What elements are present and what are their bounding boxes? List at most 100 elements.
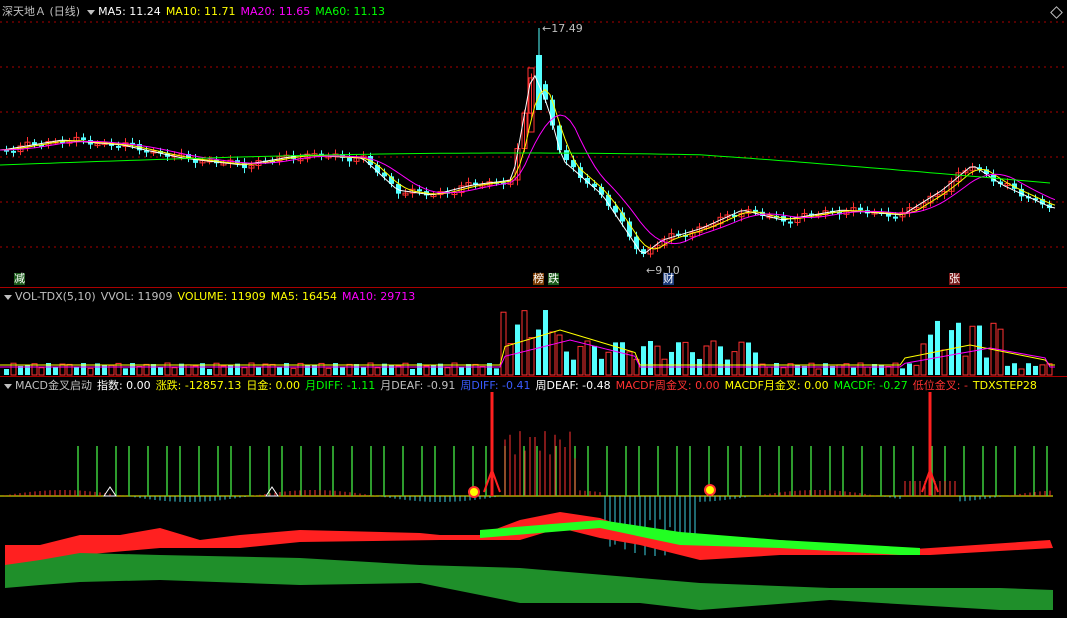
volume-bar — [885, 365, 892, 376]
volume-bar — [795, 364, 800, 375]
volume-bar — [710, 340, 717, 376]
volume-bar — [507, 343, 514, 376]
volume-bar — [984, 357, 989, 375]
volume-bar — [500, 311, 507, 376]
volume-bar — [346, 363, 353, 376]
volume-bar — [731, 351, 738, 376]
chart-canvas[interactable] — [0, 0, 1067, 618]
volume-bar — [738, 341, 745, 376]
volume-bar — [956, 322, 961, 375]
volume-bar — [389, 364, 394, 375]
volume-bar — [564, 351, 569, 375]
volume-bar — [997, 328, 1004, 376]
volume-bar — [53, 367, 58, 375]
volume-bar — [599, 358, 604, 375]
triangle-icon — [265, 486, 279, 497]
volume-bar — [648, 341, 653, 375]
volume-bar — [340, 366, 345, 375]
volume-bar — [928, 334, 933, 375]
volume-bar — [605, 351, 612, 376]
volume-bar — [753, 352, 758, 375]
volume-bar — [962, 355, 969, 376]
volume-bar — [410, 368, 415, 375]
volume-bar — [228, 364, 233, 375]
volume-bar — [1026, 363, 1031, 375]
volume-bar — [515, 324, 520, 375]
volume-bar — [38, 367, 45, 376]
volume-bar — [87, 367, 94, 376]
volume-bar — [66, 363, 73, 376]
volume-bar — [521, 310, 528, 376]
candle-body — [417, 189, 422, 192]
candle-body — [893, 216, 898, 219]
volume-bar — [913, 364, 920, 376]
volume-bar — [949, 330, 954, 375]
volume-bar — [25, 364, 30, 375]
volume-bar — [479, 365, 486, 376]
volume-bar — [703, 345, 710, 376]
volume-bar — [935, 320, 940, 375]
volume-bar — [543, 310, 548, 375]
volume-bar — [620, 342, 625, 375]
volume-bar — [74, 366, 79, 375]
volume-bar — [1039, 364, 1046, 376]
dot-icon — [704, 484, 716, 496]
volume-bar — [718, 346, 723, 375]
volume-bar — [354, 364, 359, 375]
volume-bar — [269, 363, 276, 376]
volume-bar — [466, 364, 471, 375]
volume-bar — [669, 351, 674, 375]
volume-bar — [472, 363, 479, 376]
volume-bar — [431, 364, 436, 375]
volume-bar — [1018, 368, 1025, 376]
volume-bar — [241, 367, 248, 376]
candle-body — [116, 145, 121, 148]
candle-body — [858, 207, 863, 211]
volume-bar — [123, 368, 128, 375]
volume-bar — [571, 359, 576, 375]
volume-bar — [746, 342, 751, 375]
volume-bar — [459, 367, 464, 375]
volume-bar — [158, 367, 163, 375]
volume-bar — [879, 364, 884, 375]
volume-bar — [941, 349, 948, 376]
volume-bar — [374, 367, 381, 376]
volume-bar — [676, 342, 681, 375]
volume-bar — [151, 364, 156, 375]
volume-bar — [277, 366, 282, 375]
candle-body — [81, 137, 86, 141]
volume-bar — [171, 367, 178, 376]
volume-bar — [444, 367, 451, 376]
volume-bar — [256, 367, 261, 375]
macd-dark-green-band — [5, 553, 1053, 610]
volume-bar — [361, 367, 366, 375]
volume-bar — [759, 363, 766, 376]
volume-bar — [836, 364, 843, 376]
volume-bar — [872, 364, 877, 375]
volume-bar — [682, 341, 689, 376]
volume-bar — [1012, 363, 1017, 375]
dot-icon — [468, 486, 480, 498]
volume-bar — [528, 337, 535, 376]
volume-bar — [815, 368, 822, 376]
volume-bar — [207, 368, 212, 375]
volume-bar — [584, 340, 591, 376]
volume-bar — [864, 366, 871, 376]
volume-bar — [556, 334, 563, 376]
volume-bar — [290, 367, 297, 376]
volume-bar — [851, 367, 856, 375]
volume-bar — [641, 346, 646, 375]
volume-bar — [143, 363, 150, 376]
volume-bar — [262, 363, 269, 376]
volume-bar — [690, 352, 695, 375]
volume-bar — [136, 365, 143, 376]
chart-window[interactable]: 深天地Ａ (日线) MA5: 11.24 MA10: 11.71 MA20: 11.6… — [0, 0, 1067, 618]
candle-body — [11, 150, 16, 153]
candle-body — [564, 150, 569, 161]
volume-bar — [780, 367, 787, 376]
volume-bar — [185, 364, 192, 376]
volume-bar — [1005, 365, 1010, 375]
volume-bar — [592, 345, 597, 375]
volume-bar — [325, 367, 332, 376]
volume-bar — [549, 331, 556, 376]
